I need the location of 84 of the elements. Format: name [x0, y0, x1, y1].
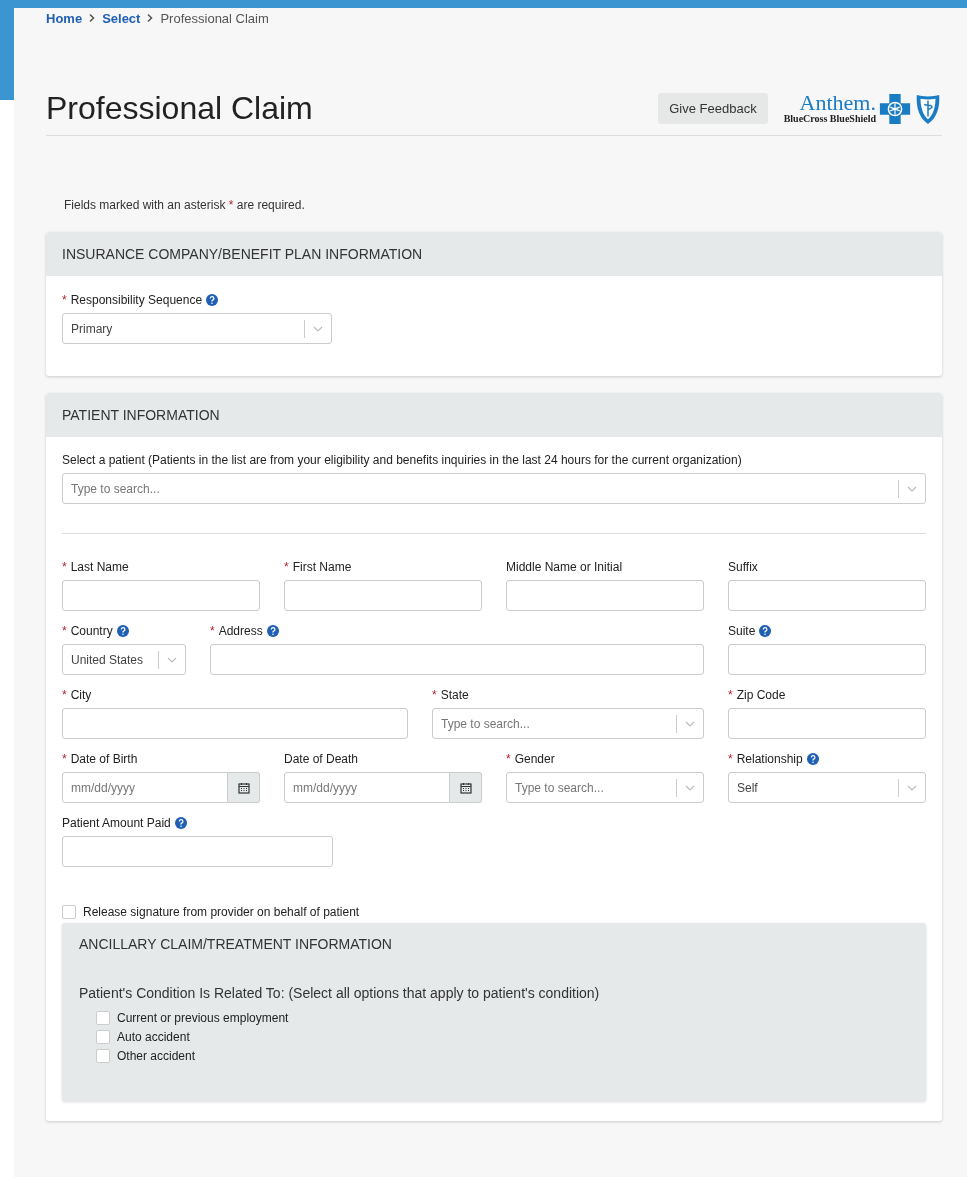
- field-label: Date of Death: [284, 751, 359, 766]
- responsibility-sequence-dropdown[interactable]: Primary: [62, 313, 332, 344]
- field-label: Country: [70, 623, 113, 638]
- input-field[interactable]: [62, 580, 260, 611]
- field-label: Last Name: [70, 559, 129, 574]
- checkbox[interactable]: [96, 1048, 110, 1063]
- checkbox-label: Release signature from provider on behalf of patient: [83, 905, 360, 919]
- chevron-icon: [88, 13, 97, 23]
- required-note: Fields marked with an asterisk * are required.: [64, 198, 306, 212]
- field-label: Select a patient (Patients in the list are from your eligibility and benefits inquiries in the last 24 hours for the current organization): [62, 453, 743, 467]
- dropdown-field[interactable]: Self: [728, 772, 926, 803]
- required-asterisk: *: [728, 687, 733, 702]
- cross-logo-icon: [878, 91, 912, 126]
- required-asterisk: *: [62, 292, 67, 307]
- help-icon[interactable]: [174, 816, 187, 829]
- dropdown-field[interactable]: United States: [62, 644, 186, 675]
- field-label: Address: [218, 623, 263, 638]
- field-label: Patient Amount Paid: [62, 815, 171, 830]
- field-label: Date of Birth: [70, 751, 138, 766]
- logo-tagline: BlueCross BlueShield: [783, 113, 876, 124]
- calendar-icon: [237, 781, 250, 794]
- field-label: First Name: [292, 559, 352, 574]
- calendar-button[interactable]: [450, 772, 482, 803]
- help-icon[interactable]: [806, 752, 819, 765]
- help-icon[interactable]: [116, 624, 129, 637]
- checkbox-label: Current or previous employment: [117, 1010, 289, 1025]
- help-icon[interactable]: [206, 293, 219, 306]
- field-label: Suffix: [728, 559, 758, 574]
- help-icon[interactable]: [266, 624, 279, 637]
- field-label: Gender: [514, 751, 555, 766]
- input-field[interactable]: [728, 644, 926, 675]
- input-field[interactable]: [284, 580, 482, 611]
- section-title: INSURANCE COMPANY/BENEFIT PLAN INFORMATION: [62, 246, 423, 262]
- required-asterisk: *: [62, 687, 67, 702]
- required-asterisk: *: [62, 623, 67, 638]
- required-asterisk: *: [432, 687, 437, 702]
- patient-search-dropdown[interactable]: Type to search...: [62, 473, 926, 504]
- calendar-icon: [459, 781, 472, 794]
- field-label: Zip Code: [736, 687, 786, 702]
- calendar-button[interactable]: [228, 772, 260, 803]
- caret-icon: [685, 720, 695, 727]
- input-field[interactable]: [506, 580, 704, 611]
- checkbox[interactable]: [62, 905, 76, 919]
- checkbox[interactable]: [96, 1010, 110, 1025]
- caret-icon: [167, 656, 177, 663]
- section-title: ANCILLARY CLAIM/TREATMENT INFORMATION: [79, 936, 393, 952]
- required-asterisk: *: [210, 623, 215, 638]
- input-field[interactable]: [728, 708, 926, 739]
- date-field[interactable]: mm/dd/yyyy: [284, 772, 450, 803]
- checkbox-label: Auto accident: [117, 1029, 190, 1044]
- field-label: Relationship: [736, 751, 803, 766]
- date-field[interactable]: mm/dd/yyyy: [62, 772, 228, 803]
- checkbox-label: Other accident: [117, 1048, 196, 1063]
- field-label: Suite: [728, 623, 756, 638]
- breadcrumb-link[interactable]: Home: [46, 10, 83, 26]
- field-label: State: [440, 687, 469, 702]
- input-field[interactable]: [210, 644, 704, 675]
- breadcrumb-current: Professional Claim: [160, 10, 269, 26]
- help-icon[interactable]: [759, 624, 772, 637]
- caret-icon: [907, 784, 917, 791]
- required-asterisk: *: [62, 559, 67, 574]
- breadcrumb-link[interactable]: Select: [102, 10, 141, 26]
- caret-icon: [313, 325, 323, 332]
- required-asterisk: *: [506, 751, 511, 766]
- input-field[interactable]: [62, 708, 408, 739]
- input-field[interactable]: [62, 836, 333, 867]
- required-asterisk: *: [728, 751, 733, 766]
- field-label: Responsibility Sequence: [70, 292, 203, 307]
- question-text: Patient's Condition Is Related To: (Select all options that apply to patient's condition): [79, 985, 601, 1001]
- checkbox[interactable]: [96, 1029, 110, 1044]
- chevron-icon: [146, 13, 155, 23]
- required-asterisk: *: [62, 751, 67, 766]
- caret-icon: [685, 784, 695, 791]
- field-label: City: [70, 687, 92, 702]
- dropdown-field[interactable]: Type to search...: [432, 708, 704, 739]
- page-title: Professional Claim: [46, 90, 314, 127]
- field-label: Middle Name or Initial: [506, 559, 623, 574]
- input-field[interactable]: [728, 580, 926, 611]
- caret-icon: [907, 485, 917, 492]
- required-asterisk: *: [284, 559, 289, 574]
- dropdown-field[interactable]: Type to search...: [506, 772, 704, 803]
- section-title: PATIENT INFORMATION: [62, 407, 220, 423]
- give-feedback-button[interactable]: Give Feedback: [658, 93, 768, 124]
- logo-wordmark: Anthem.: [799, 93, 876, 113]
